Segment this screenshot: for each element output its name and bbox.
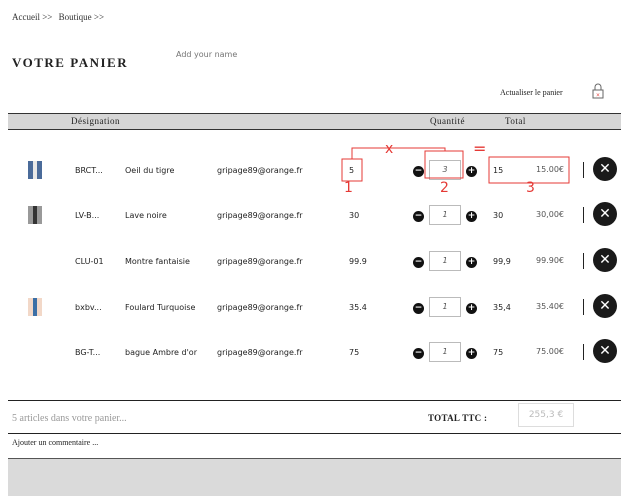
product-thumbnail[interactable] <box>28 161 42 179</box>
table-row: BG-T... bague Ambre d'or gripage89@orange.… <box>8 332 621 372</box>
product-name: Montre fantaisie <box>125 257 190 266</box>
quantity-input[interactable]: 1 <box>429 205 461 225</box>
breadcrumb-home[interactable]: Accueil >> <box>12 12 52 22</box>
product-name: bague Ambre d'or <box>125 348 197 357</box>
breadcrumb-shop[interactable]: Boutique >> <box>59 12 104 22</box>
svg-text:×: × <box>596 93 600 99</box>
total-ttc-value: 255,3 € <box>518 403 574 427</box>
row-subtotal: 99,9 <box>493 257 511 266</box>
row-total: 15.00€ <box>536 165 564 174</box>
product-ref: LV-B... <box>75 211 100 220</box>
product-price: 30 <box>349 211 360 220</box>
annotation-number-2: 2 <box>440 180 449 196</box>
row-separator <box>583 162 584 178</box>
row-subtotal: 15 <box>493 166 504 175</box>
product-ref: bxbv... <box>75 303 102 312</box>
annotation-number-1: 1 <box>344 180 353 196</box>
add-comment-link[interactable]: Ajouter un commentaire ... <box>12 438 98 447</box>
name-input[interactable] <box>176 50 296 59</box>
row-total: 35.40€ <box>536 302 564 311</box>
row-total: 30,00€ <box>536 210 564 219</box>
remove-item-button[interactable]: ✕ <box>593 294 617 318</box>
row-separator <box>583 253 584 269</box>
table-row: CLU-01 Montre fantaisie gripage89@orange.f… <box>8 241 621 281</box>
total-ttc-label: TOTAL TTC : <box>428 413 488 423</box>
product-name: Lave noire <box>125 211 167 220</box>
product-thumbnail[interactable] <box>28 298 42 316</box>
row-separator <box>583 207 584 223</box>
breadcrumb: Accueil >> Boutique >> <box>12 12 108 22</box>
product-ref: BG-T... <box>75 348 101 357</box>
product-name: Oeil du tigre <box>125 166 175 175</box>
refresh-cart-link[interactable]: Actualiser le panier <box>500 88 563 97</box>
row-subtotal: 35,4 <box>493 303 511 312</box>
table-row: bxbv... Foulard Turquoise gripage89@orange… <box>8 287 621 327</box>
annotation-number-3: 3 <box>526 180 535 196</box>
cart-count: 5 articles dans votre panier... <box>12 413 127 424</box>
product-ref: CLU-01 <box>75 257 104 266</box>
footer-divider <box>8 433 621 434</box>
column-quantite: Quantité <box>430 116 465 126</box>
footer-divider-top <box>8 400 621 401</box>
row-separator <box>583 299 584 315</box>
increase-qty-button[interactable]: + <box>466 211 477 222</box>
product-email: gripage89@orange.fr <box>217 348 303 357</box>
row-total: 99.90€ <box>536 256 564 265</box>
table-row: LV-B... Lave noire gripage89@orange.fr 30 −1… <box>8 195 621 235</box>
product-price: 75 <box>349 348 360 357</box>
product-email: gripage89@orange.fr <box>217 257 303 266</box>
comment-area[interactable] <box>8 458 621 496</box>
increase-qty-button[interactable]: + <box>466 303 477 314</box>
product-email: gripage89@orange.fr <box>217 166 303 175</box>
product-price: 99.9 <box>349 257 367 266</box>
increase-qty-button[interactable]: + <box>466 348 477 359</box>
product-price: 35.4 <box>349 303 367 312</box>
decrease-qty-button[interactable]: − <box>413 348 424 359</box>
row-total: 75.00€ <box>536 347 564 356</box>
remove-item-button[interactable]: ✕ <box>593 339 617 363</box>
remove-item-button[interactable]: ✕ <box>593 248 617 272</box>
remove-item-button[interactable]: ✕ <box>593 202 617 226</box>
product-email: gripage89@orange.fr <box>217 211 303 220</box>
product-ref: BRCT... <box>75 166 103 175</box>
quantity-input[interactable]: 1 <box>429 342 461 362</box>
annotation-equals: = <box>473 139 487 158</box>
row-separator <box>583 344 584 360</box>
increase-qty-button[interactable]: + <box>466 166 477 177</box>
quantity-input[interactable]: 1 <box>429 251 461 271</box>
product-price: 5 <box>349 166 355 175</box>
product-email: gripage89@orange.fr <box>217 303 303 312</box>
product-name: Foulard Turquoise <box>125 303 196 312</box>
decrease-qty-button[interactable]: − <box>413 166 424 177</box>
row-subtotal: 75 <box>493 348 504 357</box>
column-total: Total <box>505 116 526 126</box>
annotation-times: x <box>385 141 394 157</box>
product-thumbnail[interactable] <box>28 206 42 224</box>
quantity-input[interactable]: 3 <box>429 160 461 180</box>
decrease-qty-button[interactable]: − <box>413 303 424 314</box>
lock-icon[interactable]: × <box>592 83 604 99</box>
increase-qty-button[interactable]: + <box>466 257 477 268</box>
quantity-input[interactable]: 1 <box>429 297 461 317</box>
remove-item-button[interactable]: ✕ <box>593 157 617 181</box>
page-title: VOTRE PANIER <box>12 55 129 70</box>
decrease-qty-button[interactable]: − <box>413 211 424 222</box>
decrease-qty-button[interactable]: − <box>413 257 424 268</box>
column-designation: Désignation <box>71 116 120 126</box>
row-subtotal: 30 <box>493 211 504 220</box>
